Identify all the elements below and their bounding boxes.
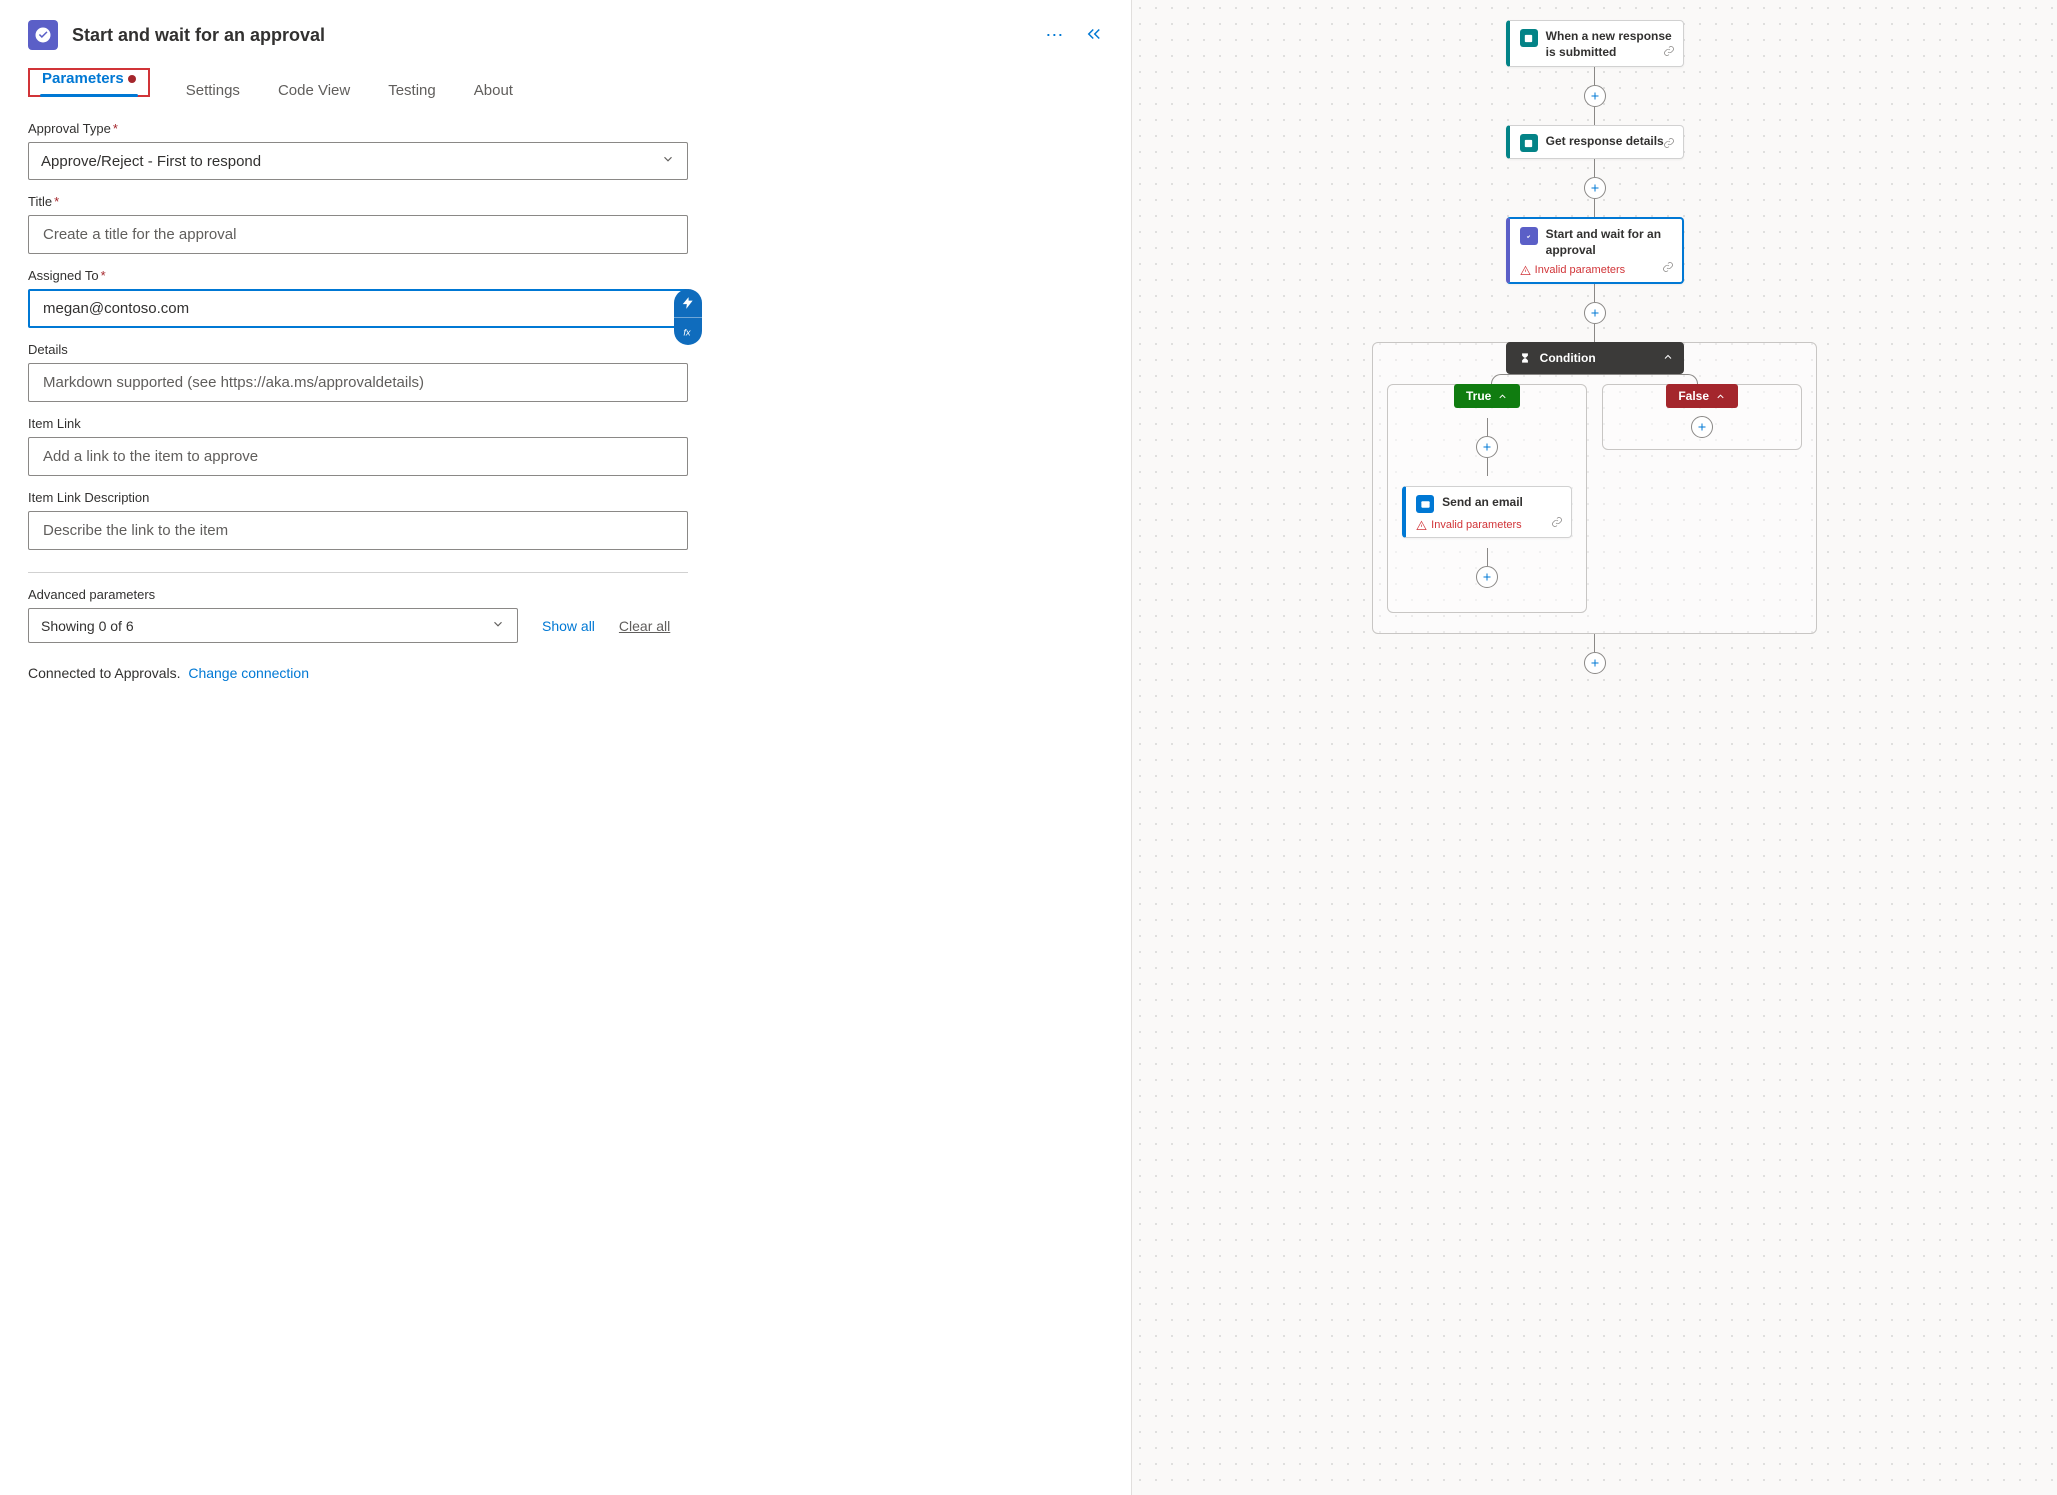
config-panel: Start and wait for an approval ⋯ Paramet… bbox=[0, 0, 1131, 1495]
branch-false: False bbox=[1602, 384, 1802, 450]
add-step-button[interactable] bbox=[1584, 302, 1606, 324]
field-label: Item Link Description bbox=[28, 490, 1103, 505]
field-label: Item Link bbox=[28, 416, 1103, 431]
connector bbox=[1584, 634, 1606, 674]
select-value: Approve/Reject - First to respond bbox=[41, 153, 261, 170]
panel-title: Start and wait for an approval bbox=[72, 25, 1031, 46]
add-step-button[interactable] bbox=[1476, 566, 1498, 588]
divider bbox=[28, 572, 688, 573]
tab-label: Parameters bbox=[42, 70, 124, 87]
tab-settings[interactable]: Settings bbox=[184, 76, 242, 109]
connector bbox=[1476, 418, 1498, 476]
field-label: Advanced parameters bbox=[28, 587, 1103, 602]
field-label: Title* bbox=[28, 194, 1103, 209]
field-label: Approval Type* bbox=[28, 121, 1103, 136]
select-value: Showing 0 of 6 bbox=[41, 618, 134, 634]
link-icon bbox=[1663, 45, 1675, 60]
title-input[interactable] bbox=[41, 225, 675, 244]
forms-icon bbox=[1520, 29, 1538, 47]
branch-label-false[interactable]: False bbox=[1666, 384, 1738, 408]
branch-label-true[interactable]: True bbox=[1454, 384, 1520, 408]
field-label: Assigned To* bbox=[28, 268, 1103, 283]
flow-step-approval-selected[interactable]: Start and wait for an approval Invalid p… bbox=[1506, 217, 1684, 284]
condition-icon bbox=[1518, 351, 1532, 365]
tab-parameters[interactable]: Parameters bbox=[40, 64, 138, 97]
field-assigned-to: Assigned To* fx bbox=[28, 268, 1103, 328]
chevron-down-icon bbox=[661, 152, 675, 170]
tab-codeview[interactable]: Code View bbox=[276, 76, 352, 109]
dynamic-content-button[interactable] bbox=[674, 289, 702, 317]
condition-container: Condition True bbox=[1372, 342, 1817, 634]
card-title: Get response details bbox=[1546, 134, 1664, 150]
item-link-desc-input[interactable] bbox=[41, 521, 675, 540]
more-icon[interactable]: ⋯ bbox=[1045, 25, 1065, 46]
flow-step-send-email[interactable]: Send an email Invalid parameters bbox=[1402, 486, 1572, 538]
link-icon bbox=[1662, 261, 1674, 276]
panel-header: Start and wait for an approval ⋯ bbox=[28, 10, 1103, 68]
connector bbox=[1584, 284, 1606, 342]
card-title: Send an email bbox=[1442, 495, 1523, 511]
card-title: When a new response is submitted bbox=[1546, 29, 1673, 60]
chevron-up-icon bbox=[1715, 391, 1726, 402]
field-item-link: Item Link bbox=[28, 416, 1103, 476]
chevron-down-icon bbox=[491, 617, 505, 634]
collapse-icon[interactable] bbox=[1085, 25, 1103, 46]
add-step-button[interactable] bbox=[1476, 436, 1498, 458]
assigned-to-input[interactable] bbox=[41, 299, 675, 318]
chevron-up-icon bbox=[1662, 351, 1674, 366]
card-warning: Invalid parameters bbox=[1416, 519, 1561, 531]
advanced-select[interactable]: Showing 0 of 6 bbox=[28, 608, 518, 643]
connector bbox=[1584, 67, 1606, 125]
error-dot-icon bbox=[128, 75, 136, 83]
card-title: Start and wait for an approval bbox=[1546, 227, 1672, 258]
field-title: Title* bbox=[28, 194, 1103, 254]
tab-bar: Parameters Settings Code View Testing Ab… bbox=[28, 68, 1103, 121]
item-link-input[interactable] bbox=[41, 447, 675, 466]
link-icon bbox=[1551, 516, 1563, 531]
tab-about[interactable]: About bbox=[472, 76, 515, 109]
field-label: Details bbox=[28, 342, 1103, 357]
details-input[interactable] bbox=[41, 373, 675, 392]
add-step-button[interactable] bbox=[1584, 652, 1606, 674]
card-title: Condition bbox=[1540, 351, 1596, 365]
card-warning: Invalid parameters bbox=[1520, 264, 1672, 276]
show-all-link[interactable]: Show all bbox=[542, 618, 595, 634]
field-approval-type: Approval Type* Approve/Reject - First to… bbox=[28, 121, 1103, 180]
tab-testing[interactable]: Testing bbox=[386, 76, 438, 109]
flow-canvas[interactable]: When a new response is submitted Get res… bbox=[1131, 0, 2057, 1495]
advanced-parameters: Advanced parameters Showing 0 of 6 Show … bbox=[28, 587, 1103, 643]
approval-type-select[interactable]: Approve/Reject - First to respond bbox=[28, 142, 688, 180]
connector bbox=[1584, 159, 1606, 217]
connection-row: Connected to Approvals. Change connectio… bbox=[28, 665, 1103, 681]
add-step-button[interactable] bbox=[1584, 85, 1606, 107]
link-icon bbox=[1663, 137, 1675, 152]
flow-step-trigger[interactable]: When a new response is submitted bbox=[1506, 20, 1684, 67]
dynamic-content-floater: fx bbox=[674, 289, 702, 345]
outlook-icon bbox=[1416, 495, 1434, 513]
branch-true: True Send an email bbox=[1387, 384, 1587, 613]
svg-text:fx: fx bbox=[683, 327, 691, 337]
expression-button[interactable]: fx bbox=[674, 317, 702, 345]
approval-icon bbox=[1520, 227, 1538, 245]
field-details: Details bbox=[28, 342, 1103, 402]
approval-icon bbox=[28, 20, 58, 50]
add-step-button[interactable] bbox=[1691, 416, 1713, 438]
flow-step-get-response[interactable]: Get response details bbox=[1506, 125, 1684, 159]
change-connection-link[interactable]: Change connection bbox=[188, 665, 309, 681]
add-step-button[interactable] bbox=[1584, 177, 1606, 199]
field-item-link-desc: Item Link Description bbox=[28, 490, 1103, 550]
connector bbox=[1476, 548, 1498, 588]
condition-header[interactable]: Condition bbox=[1506, 342, 1684, 374]
chevron-up-icon bbox=[1497, 391, 1508, 402]
connection-text: Connected to Approvals. bbox=[28, 665, 181, 681]
forms-icon bbox=[1520, 134, 1538, 152]
clear-all-link[interactable]: Clear all bbox=[619, 618, 670, 634]
